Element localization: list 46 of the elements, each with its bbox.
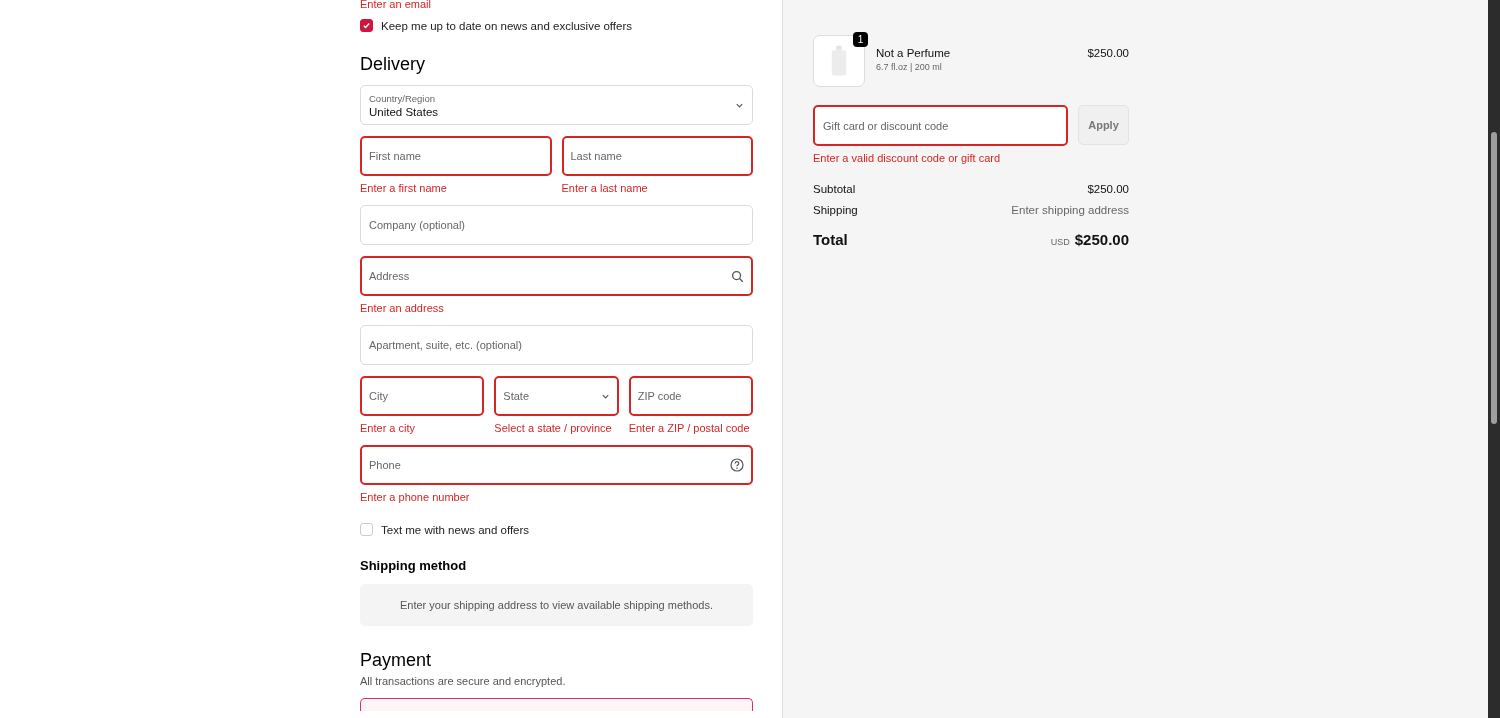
error-message: Enter an address	[360, 302, 445, 314]
discount-code-field[interactable]: Gift card or discount code	[813, 105, 1068, 146]
input-field[interactable]: ZIP code	[628, 376, 753, 416]
input-field[interactable]: Address	[360, 256, 753, 296]
input-field[interactable]: Last name	[561, 136, 753, 176]
summary-value: Enter shipping address	[1011, 204, 1129, 216]
input-field[interactable]: Phone	[360, 445, 753, 485]
summary-label: Subtotal	[813, 183, 856, 195]
apply-button[interactable]: Apply	[1078, 105, 1129, 145]
field-value: United States	[369, 105, 440, 118]
error-message: Enter a first name	[360, 182, 448, 194]
checkbox-label: Keep me up to date on news and exclusive offers	[381, 19, 633, 32]
payment-subtitle: All transactions are secure and encrypted.	[360, 675, 567, 687]
quantity-badge: 1	[853, 32, 868, 47]
checkbox-label: Text me with news and offers	[381, 523, 530, 536]
state-select[interactable]: State	[494, 376, 619, 416]
error-message: Enter a ZIP / postal code	[628, 422, 751, 434]
error-message: Enter an email	[360, 0, 432, 10]
section-heading: Shipping method	[360, 558, 468, 573]
product-price: $250.00	[1087, 46, 1129, 59]
error-message: Enter a valid discount code or gift card	[813, 152, 1002, 164]
search-icon	[731, 269, 744, 283]
product-name: Not a Perfume	[876, 47, 952, 59]
checkbox[interactable]	[360, 19, 373, 32]
error-message: Enter a phone number	[360, 491, 471, 503]
error-message: Enter a city	[360, 422, 417, 434]
checkmark-icon	[362, 21, 371, 30]
help-icon[interactable]	[730, 458, 744, 472]
error-message: Select a state / province	[494, 422, 613, 434]
summary-label: Shipping	[813, 204, 858, 216]
scrollbar-thumb[interactable]	[1491, 132, 1497, 424]
input-field[interactable]: City	[360, 376, 485, 416]
bottle-icon	[830, 45, 848, 77]
currency-code: USD	[1050, 237, 1070, 247]
total-amount: $250.00	[1074, 231, 1129, 248]
field-label: Country/Region	[369, 92, 436, 104]
product-variant: 6.7 fl.oz | 200 ml	[876, 62, 943, 72]
payment-option-box[interactable]	[360, 698, 753, 711]
shipping-notice: Enter your shipping address to view available shipping methods.	[360, 584, 753, 626]
input-field[interactable]: First name	[360, 136, 552, 176]
section-heading: Delivery	[360, 54, 426, 75]
country-select[interactable]: Country/Region United States	[360, 85, 753, 125]
section-heading: Payment	[360, 650, 433, 671]
error-message: Enter a last name	[561, 182, 649, 194]
total-label: Total	[813, 231, 848, 248]
summary-value: $250.00	[1087, 183, 1129, 195]
